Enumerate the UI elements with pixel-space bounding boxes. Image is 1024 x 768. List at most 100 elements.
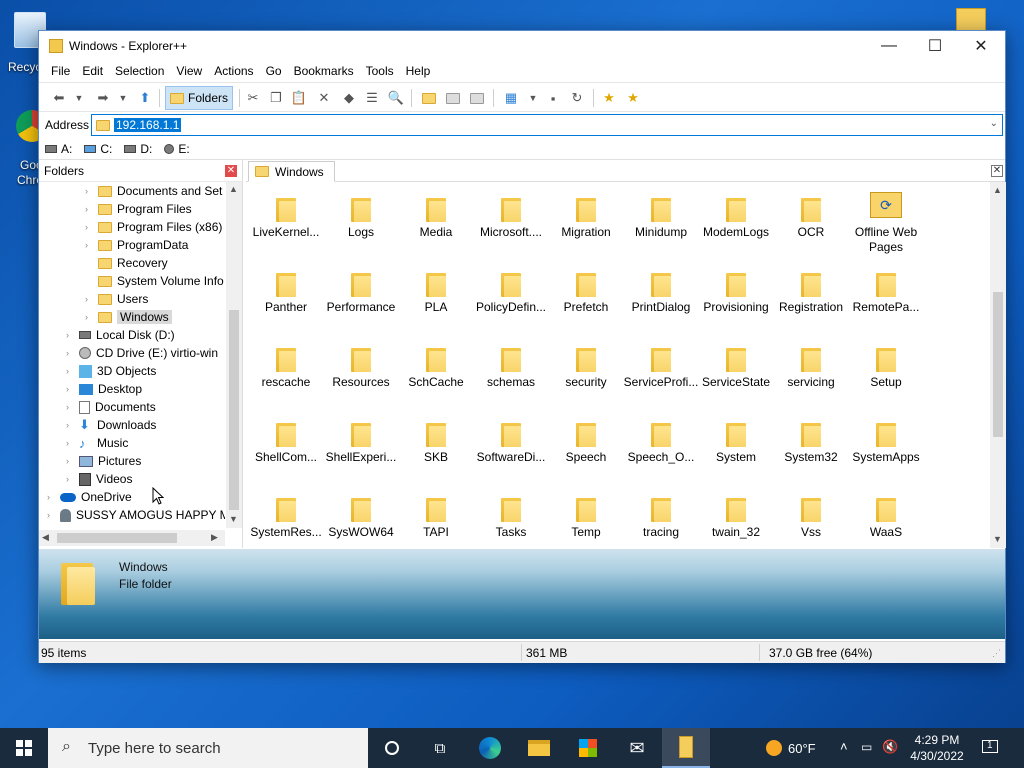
delete-permanently-icon[interactable]: ◆ <box>339 88 359 108</box>
volume-muted-icon[interactable]: 🔇 <box>882 739 898 755</box>
expand-arrow-icon[interactable]: › <box>85 222 93 232</box>
file-item[interactable]: SystemApps <box>850 413 922 485</box>
file-item[interactable]: PLA <box>400 263 472 335</box>
expand-arrow-icon[interactable]: › <box>66 366 74 376</box>
expand-arrow-icon[interactable]: › <box>66 384 74 394</box>
forward-arrow-icon[interactable]: ➡ <box>93 88 113 108</box>
tree-item-downloads[interactable]: › ⬇ Downloads <box>66 416 156 434</box>
file-item[interactable]: SysWOW64 <box>325 488 397 548</box>
expand-arrow-icon[interactable]: › <box>85 312 93 322</box>
tree-item-3d-objects[interactable]: › 3D Objects <box>66 362 156 380</box>
tree-item-cd-drive-e[interactable]: › CD Drive (E:) virtio-win <box>66 344 218 362</box>
search-icon[interactable]: 🔍 <box>386 88 406 108</box>
file-item[interactable]: Speech <box>550 413 622 485</box>
resize-grip-icon[interactable]: ⋰ <box>992 648 1001 659</box>
forward-dropdown-icon[interactable]: ▼ <box>113 88 133 108</box>
file-item[interactable]: ServiceProfi... <box>624 338 698 410</box>
expand-arrow-icon[interactable]: › <box>85 294 93 304</box>
copy-to-icon[interactable] <box>443 88 463 108</box>
expand-arrow-icon[interactable]: › <box>85 186 93 196</box>
file-item[interactable]: Registration <box>775 263 847 335</box>
expand-arrow-icon[interactable]: › <box>85 240 93 250</box>
file-item[interactable]: PolicyDefin... <box>475 263 547 335</box>
tree-item-documents-and-settings[interactable]: › Documents and Set <box>85 182 222 200</box>
menu-view[interactable]: View <box>170 64 208 78</box>
menu-bookmarks[interactable]: Bookmarks <box>288 64 360 78</box>
file-item[interactable]: ⟳ Offline Web Pages <box>850 188 922 260</box>
file-item[interactable]: SchCache <box>400 338 472 410</box>
file-item[interactable]: System <box>700 413 772 485</box>
file-item[interactable]: System32 <box>775 413 847 485</box>
menu-actions[interactable]: Actions <box>208 64 259 78</box>
tree-item-local-disk-d[interactable]: › Local Disk (D:) <box>66 326 175 344</box>
folder-desktop-icon[interactable] <box>956 8 986 32</box>
views-dropdown-icon[interactable]: ▼ <box>523 88 543 108</box>
menu-edit[interactable]: Edit <box>76 64 109 78</box>
file-item[interactable]: Minidump <box>625 188 697 260</box>
new-folder-icon[interactable] <box>419 88 439 108</box>
expand-arrow-icon[interactable]: › <box>66 456 74 466</box>
expand-arrow-icon[interactable]: › <box>66 438 74 448</box>
file-item[interactable]: servicing <box>775 338 847 410</box>
tree-item-program-files[interactable]: › Program Files <box>85 200 192 218</box>
tree-item-windows[interactable]: › Windows <box>85 308 172 326</box>
network-icon[interactable]: ▭ <box>861 740 872 754</box>
title-bar[interactable]: Windows - Explorer++ — ☐ ✕ <box>39 31 1005 61</box>
notifications-button[interactable]: 1 <box>980 738 1002 758</box>
drive-e-button[interactable]: E: <box>164 142 190 156</box>
delete-icon[interactable]: ✕ <box>314 88 334 108</box>
file-item[interactable]: Resources <box>325 338 397 410</box>
menu-go[interactable]: Go <box>260 64 288 78</box>
file-item[interactable]: SKB <box>400 413 472 485</box>
file-item[interactable]: security <box>550 338 622 410</box>
mail-taskbar-button[interactable]: ✉ <box>613 728 661 768</box>
file-item[interactable]: schemas <box>475 338 547 410</box>
taskbar-search-box[interactable]: ⌕ Type here to search <box>48 728 368 768</box>
back-arrow-icon[interactable]: ⬅ <box>49 88 69 108</box>
tree-item-videos[interactable]: › Videos <box>66 470 132 488</box>
tree-item-desktop[interactable]: › Desktop <box>66 380 142 398</box>
drive-c-button[interactable]: C: <box>84 142 112 156</box>
refresh-icon[interactable]: ↻ <box>567 88 587 108</box>
tree-item-recovery[interactable]: Recovery <box>85 254 168 272</box>
file-item[interactable]: ShellCom... <box>250 413 322 485</box>
properties-icon[interactable]: ☰ <box>362 88 382 108</box>
file-item[interactable]: RemotePa... <box>850 263 922 335</box>
file-explorer-taskbar-button[interactable] <box>515 728 563 768</box>
file-list-scroll-thumb[interactable] <box>993 292 1003 437</box>
file-item[interactable]: Panther <box>250 263 322 335</box>
file-item[interactable]: Logs <box>325 188 397 260</box>
explorerpp-taskbar-button[interactable] <box>662 728 710 768</box>
expand-arrow-icon[interactable]: › <box>66 348 74 358</box>
clock[interactable]: 4:29 PM 4/30/2022 <box>902 732 972 764</box>
tree-item-documents[interactable]: › Documents <box>66 398 156 416</box>
scroll-down-icon[interactable]: ▼ <box>993 534 1002 544</box>
file-item[interactable]: Media <box>400 188 472 260</box>
close-button[interactable]: ✕ <box>958 31 1004 61</box>
tab-windows[interactable]: Windows <box>248 161 335 182</box>
command-prompt-icon[interactable]: ▪ <box>543 88 563 108</box>
scroll-down-icon[interactable]: ▼ <box>229 514 238 524</box>
store-taskbar-button[interactable] <box>564 728 612 768</box>
menu-selection[interactable]: Selection <box>109 64 170 78</box>
scroll-up-icon[interactable]: ▲ <box>229 184 238 194</box>
file-item[interactable]: SystemRes... <box>250 488 322 548</box>
views-icon[interactable]: ▦ <box>501 88 521 108</box>
maximize-button[interactable]: ☐ <box>912 31 958 61</box>
folder-tree-vertical-scrollbar[interactable]: ▲ ▼ <box>226 182 242 528</box>
file-item[interactable]: ServiceState <box>700 338 772 410</box>
paste-icon[interactable]: 📋 <box>289 88 309 108</box>
tab-close-icon[interactable]: ✕ <box>991 165 1003 177</box>
expand-arrow-icon[interactable]: › <box>47 510 55 520</box>
file-item[interactable]: twain_32 <box>700 488 772 548</box>
folders-pane-close-icon[interactable]: ✕ <box>225 165 237 177</box>
file-item[interactable]: Setup <box>850 338 922 410</box>
expand-arrow-icon[interactable]: › <box>47 492 55 502</box>
scroll-up-icon[interactable]: ▲ <box>993 185 1002 195</box>
file-item[interactable]: Microsoft.... <box>475 188 547 260</box>
file-item[interactable]: Performance <box>325 263 397 335</box>
expand-arrow-icon[interactable]: › <box>66 474 74 484</box>
file-item[interactable]: Speech_O... <box>625 413 697 485</box>
file-item[interactable]: Tasks <box>475 488 547 548</box>
folders-button[interactable]: Folders <box>165 86 233 110</box>
